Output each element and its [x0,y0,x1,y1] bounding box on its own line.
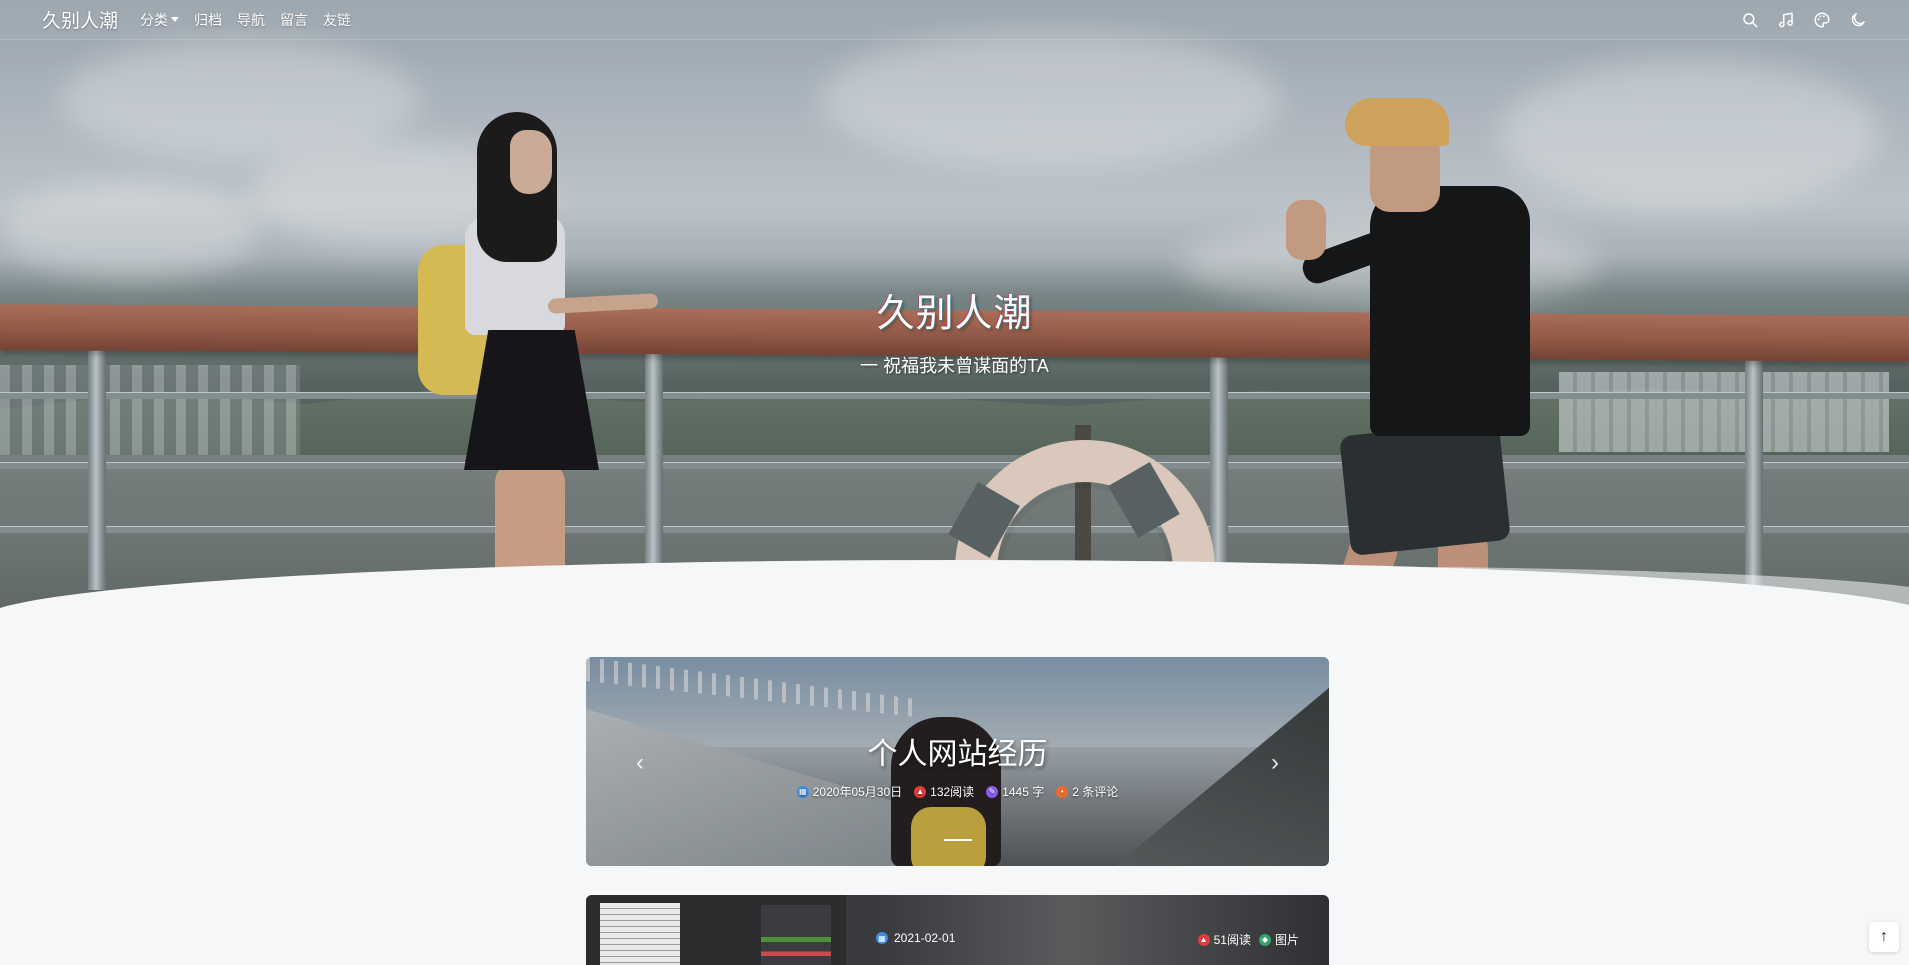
meta-words: ✎ 1445 字 [986,783,1044,800]
nav-item-category[interactable]: 分类 [140,10,180,30]
meta-views-text: 132阅读 [930,785,975,799]
post-thumbnail [586,895,846,965]
tag-icon: ◆ [1258,933,1271,946]
back-to-top-button[interactable]: ↑ [1869,922,1899,952]
post-tag[interactable]: ◆ 图片 [1258,931,1299,948]
thumbnail-panel [761,905,831,965]
moon-icon[interactable] [1849,11,1867,29]
post-date: ▦ 2021-02-01 [876,931,955,945]
thumbnail-menu [600,903,680,965]
carousel-post-title[interactable]: 个人网站经历 [586,729,1329,773]
meta-date: ▦ 2020年05月30日 [796,783,903,800]
site-brand[interactable]: 久别人潮 [42,6,118,33]
nav-item-navigation[interactable]: 导航 [237,10,265,30]
meta-comments: ▪ 2 条评论 [1056,783,1118,800]
hero-subtitle: 一 祝福我未曾谋面的TA [860,356,1049,376]
meta-comments-text: 2 条评论 [1072,785,1119,799]
hero-banner: 久别人潮 一 祝福我未曾谋面的TA [0,0,1909,640]
post-card[interactable]: ▦ 2021-02-01 ▲ 51阅读 ◆ 图片 [586,895,1329,965]
post-date-text: 2021-02-01 [894,931,956,945]
nav-item-guestbook[interactable]: 留言 [280,10,308,30]
nav-item-friends[interactable]: 友链 [323,10,351,30]
featured-carousel[interactable]: ‹ › 个人网站经历 ▦ 2020年05月30日 ▲ 132阅读 ✎ 1445 … [586,657,1329,866]
meta-date-text: 2020年05月30日 [812,785,903,799]
hero-title: 久别人潮 [876,293,1033,335]
fire-icon: ▲ [914,785,927,798]
arrow-up-icon: ↑ [1880,928,1888,945]
top-navbar: 久别人潮 分类 归档 导航 留言 友链 [0,0,1909,40]
post-views-text: 51阅读 [1213,933,1251,947]
nav-item-label: 分类 [140,11,169,28]
calendar-icon: ▦ [876,932,888,944]
carousel-indicator[interactable] [944,839,972,841]
palette-icon[interactable] [1813,11,1831,29]
carousel-post-meta: ▦ 2020年05月30日 ▲ 132阅读 ✎ 1445 字 ▪ 2 条评论 [586,783,1329,800]
navbar-tools [1741,11,1867,29]
meta-words-text: 1445 字 [1002,785,1045,799]
search-icon[interactable] [1741,11,1759,29]
comment-icon: ▪ [1056,785,1069,798]
fire-icon: ▲ [1197,933,1210,946]
pen-icon: ✎ [986,785,999,798]
caret-down-icon [171,17,180,22]
post-tag-text: 图片 [1274,933,1299,947]
calendar-icon: ▦ [796,785,809,798]
nav-item-archive[interactable]: 归档 [194,10,222,30]
meta-views: ▲ 132阅读 [914,783,974,800]
post-stats: ▲ 51阅读 ◆ 图片 [1197,931,1299,948]
post-views: ▲ 51阅读 [1197,931,1251,948]
music-icon[interactable] [1777,11,1795,29]
